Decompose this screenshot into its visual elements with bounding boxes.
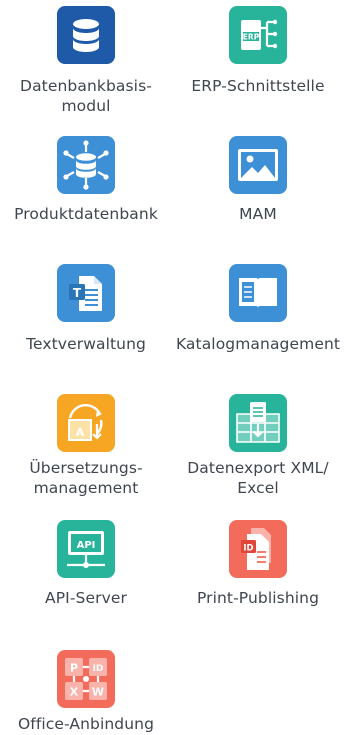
module-label: Übersetzungs- management — [29, 459, 143, 497]
module-label: Katalogmanagement — [175, 335, 341, 353]
module-tile-erp-schnittstelle[interactable]: ERP ERP-Schnittstelle — [172, 0, 344, 125]
module-label: Datenexport XML/ Excel — [187, 459, 329, 497]
icon-text: A — [76, 426, 85, 439]
icon-text: ERP — [243, 33, 260, 42]
module-label: Print-Publishing — [196, 589, 320, 607]
print-publishing-icon: ID — [229, 520, 287, 578]
api-server-icon: API — [57, 520, 115, 578]
module-tile-katalogmanagement[interactable]: Katalogmanagement — [172, 258, 344, 358]
erp-interface-icon: ERP — [229, 6, 287, 64]
module-tile-office-anbindung[interactable]: P ID X W Office-Anbindung — [0, 646, 172, 735]
database-icon — [57, 6, 115, 64]
icon-text: ID — [243, 544, 253, 554]
data-export-icon — [229, 394, 287, 452]
module-label: API-Server — [45, 589, 127, 607]
module-tile-datenbankbasismodul[interactable]: Datenbankbasis- modul — [0, 0, 172, 125]
module-tile-uebersetzungsmanagement[interactable]: A Übersetzungs- management — [0, 390, 172, 510]
translation-icon: A — [57, 394, 115, 452]
icon-text: API — [77, 540, 96, 551]
module-label: ERP-Schnittstelle — [191, 77, 325, 95]
module-tile-datenexport[interactable]: Datenexport XML/ Excel — [172, 390, 344, 510]
module-tile-textverwaltung[interactable]: T Textverwaltung — [0, 258, 172, 358]
icon-text: P — [70, 662, 78, 675]
module-label: Produktdatenbank — [14, 205, 158, 223]
catalog-book-icon — [229, 264, 287, 322]
image-asset-icon — [229, 136, 287, 194]
product-database-icon — [57, 136, 115, 194]
module-label: MAM — [239, 205, 277, 223]
office-connection-icon: P ID X W — [57, 650, 115, 708]
icon-text: W — [92, 686, 104, 699]
module-tile-produktdatenbank[interactable]: Produktdatenbank — [0, 132, 172, 232]
module-tile-api-server[interactable]: API API-Server — [0, 516, 172, 616]
icon-text: T — [73, 286, 82, 300]
module-tile-mam[interactable]: MAM — [172, 132, 344, 232]
icon-text: X — [70, 686, 79, 699]
icon-text: ID — [93, 664, 104, 674]
module-label: Datenbankbasis- modul — [20, 77, 152, 115]
module-tile-print-publishing[interactable]: ID Print-Publishing — [172, 516, 344, 616]
module-label: Office-Anbindung — [17, 715, 155, 733]
module-grid: Datenbankbasis- modul ERP ERP-Schnittste… — [0, 0, 344, 735]
module-label: Textverwaltung — [26, 335, 146, 353]
text-document-icon: T — [57, 264, 115, 322]
